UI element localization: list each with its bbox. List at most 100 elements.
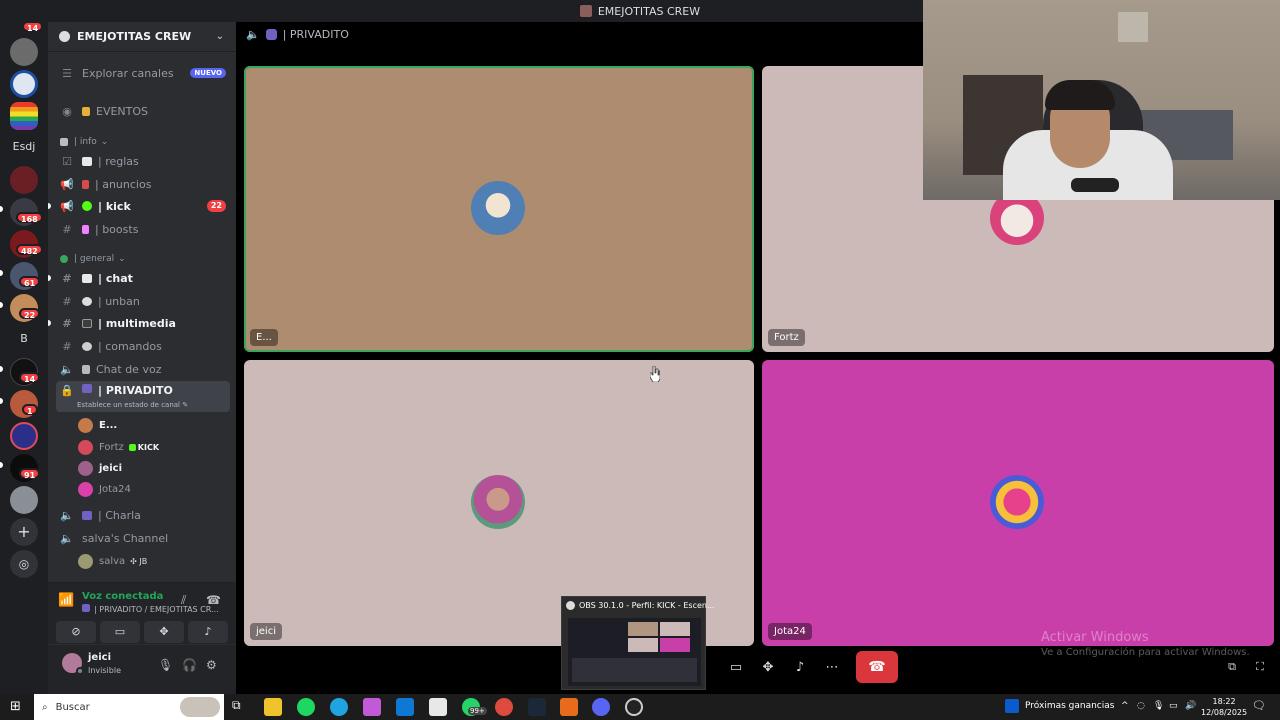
disconnect-icon[interactable]: ☎: [206, 593, 221, 607]
obs-icon[interactable]: [625, 698, 643, 716]
chevron-up-icon[interactable]: ^: [1121, 701, 1129, 711]
guild-name: EMEJOTITAS CREW: [77, 30, 192, 43]
participant-tile[interactable]: E...: [244, 66, 754, 352]
speaker-icon: 🔈: [246, 28, 260, 41]
channel-unban[interactable]: # | unban: [56, 291, 230, 311]
events-item[interactable]: ◉ EVENTOS: [56, 101, 230, 121]
voice-user[interactable]: Fortz KICK: [78, 438, 159, 456]
gear-icon[interactable]: ⚙: [206, 658, 217, 672]
channel-label: | PRIVADITO: [98, 384, 173, 397]
voice-user[interactable]: E...: [78, 416, 117, 434]
clock[interactable]: 18:22 12/08/2025: [1201, 696, 1247, 718]
screen-share-icon[interactable]: ▭: [724, 653, 748, 681]
obs-preview-tile: [660, 638, 690, 652]
camera-off-button[interactable]: ⊘: [56, 621, 96, 643]
soundboard-icon[interactable]: ♪: [788, 653, 812, 681]
category-label: | general: [74, 254, 115, 264]
tray-app-icon[interactable]: ◌: [1137, 701, 1145, 711]
headphones-icon[interactable]: 🎧: [182, 658, 197, 672]
category-general[interactable]: | general ⌄: [60, 254, 126, 264]
channel-status-prompt[interactable]: Establece un estado de canal ✎: [77, 401, 188, 409]
explore-channels[interactable]: ☰ Explorar canales NUEVO: [56, 63, 230, 83]
spotify-icon[interactable]: [297, 698, 315, 716]
task-view-icon[interactable]: ⧉: [232, 698, 250, 716]
channel-reglas[interactable]: ☑ | reglas: [56, 151, 230, 171]
chevron-down-icon: ⌄: [118, 254, 126, 264]
speaker-icon: 🔈: [60, 362, 74, 376]
signal-icon[interactable]: 📶: [58, 593, 74, 608]
category-info[interactable]: | info ⌄: [60, 137, 108, 147]
obs-thumbnail-preview[interactable]: OBS 30.1.0 - Perfil: KICK - Escen...: [561, 596, 715, 690]
fullscreen-icon[interactable]: ⛶: [1250, 653, 1270, 681]
microphone-icon[interactable]: 🎙: [158, 658, 173, 672]
voice-user[interactable]: salva ✣ JB: [78, 552, 147, 570]
discover-icon[interactable]: ◎: [10, 550, 38, 578]
outlook-icon[interactable]: [396, 698, 414, 716]
channel-multimedia[interactable]: # | multimedia: [56, 313, 230, 333]
taskbar-search[interactable]: ⌕ Buscar: [34, 694, 224, 720]
unread-indicator: [48, 275, 51, 281]
channel-boosts[interactable]: # | boosts: [56, 219, 230, 239]
news-label: Próximas ganancias: [1025, 701, 1115, 711]
network-icon[interactable]: ▭: [1169, 701, 1178, 711]
discord-icon[interactable]: [592, 698, 610, 716]
screen-share-button[interactable]: ▭: [100, 621, 140, 643]
clock-date: 12/08/2025: [1201, 708, 1248, 717]
emoji-icon: [82, 318, 92, 328]
activities-icon[interactable]: ✥: [756, 653, 780, 681]
participant-name: E...: [250, 329, 278, 346]
obs-preview-panels: [572, 658, 697, 682]
end-call-button[interactable]: ☎: [856, 651, 898, 683]
pencil-icon: ✎: [182, 401, 189, 409]
guild-header[interactable]: EMEJOTITAS CREW ⌄: [48, 22, 236, 52]
server-icon[interactable]: [10, 422, 38, 450]
voice-channel-path[interactable]: | PRIVADITO / EMEJOTITAS CR...: [82, 604, 219, 614]
server-icon[interactable]: [10, 166, 38, 194]
speaker-icon: 🔈: [60, 508, 74, 522]
file-explorer-icon[interactable]: [264, 698, 282, 716]
channel-chat-de-voz[interactable]: 🔈 Chat de voz: [56, 359, 230, 379]
channel-anuncios[interactable]: 📢 | anuncios: [56, 174, 230, 194]
server-list[interactable]: 14 Esdj 168 482 61 22 B 14 1 91 + ◎: [0, 21, 48, 694]
copilot-icon[interactable]: [363, 698, 381, 716]
volume-icon[interactable]: 🔊: [1185, 701, 1196, 711]
news-icon: [1005, 699, 1019, 713]
steam-icon[interactable]: [528, 698, 546, 716]
emoji-icon: [82, 510, 92, 520]
channel-comandos[interactable]: # | comandos: [56, 336, 230, 356]
server-icon[interactable]: [10, 70, 38, 98]
voice-user[interactable]: jeici: [78, 459, 122, 477]
store-icon[interactable]: [429, 698, 447, 716]
notification-icon[interactable]: 🗨: [1252, 699, 1266, 712]
channel-label: | comandos: [98, 339, 162, 353]
edge-icon[interactable]: [330, 698, 348, 716]
server-icon[interactable]: [10, 102, 38, 130]
server-badge: 14: [22, 21, 44, 33]
status-text: Establece un estado de canal: [77, 401, 181, 409]
tray-mic-icon[interactable]: 🎙: [1153, 701, 1164, 711]
search-icon: ⌕: [42, 701, 48, 713]
mention-badge: 22: [206, 200, 226, 212]
channel-charla[interactable]: 🔈 | Charla: [56, 505, 230, 525]
windows-start-icon[interactable]: ⊞: [10, 699, 21, 714]
channel-chat[interactable]: # | chat: [56, 268, 230, 288]
chrome-icon[interactable]: [495, 698, 513, 716]
activities-button[interactable]: ✥: [144, 621, 184, 643]
server-text-icon[interactable]: Esdj: [8, 140, 40, 153]
participant-name: Fortz: [768, 329, 805, 346]
server-icon[interactable]: [10, 38, 38, 66]
soundboard-button[interactable]: ♪: [188, 621, 228, 643]
channel-salva[interactable]: 🔈 salva's Channel: [56, 528, 230, 548]
voice-user-name: Fortz: [99, 441, 124, 453]
participant-tile[interactable]: Jota24: [762, 360, 1274, 646]
server-icon[interactable]: [10, 486, 38, 514]
call-channel-name: | PRIVADITO: [282, 28, 349, 41]
server-text-icon[interactable]: B: [8, 332, 40, 345]
noise-suppression-icon[interactable]: ⫽: [181, 593, 186, 608]
news-widget[interactable]: Próximas ganancias: [1005, 699, 1114, 713]
channel-kick[interactable]: 📢 | kick 22: [56, 196, 230, 216]
add-server-icon[interactable]: +: [10, 518, 38, 546]
more-options-icon[interactable]: ⋯: [820, 653, 844, 681]
voice-user[interactable]: Jota24: [78, 480, 131, 498]
app-icon[interactable]: [560, 698, 578, 716]
